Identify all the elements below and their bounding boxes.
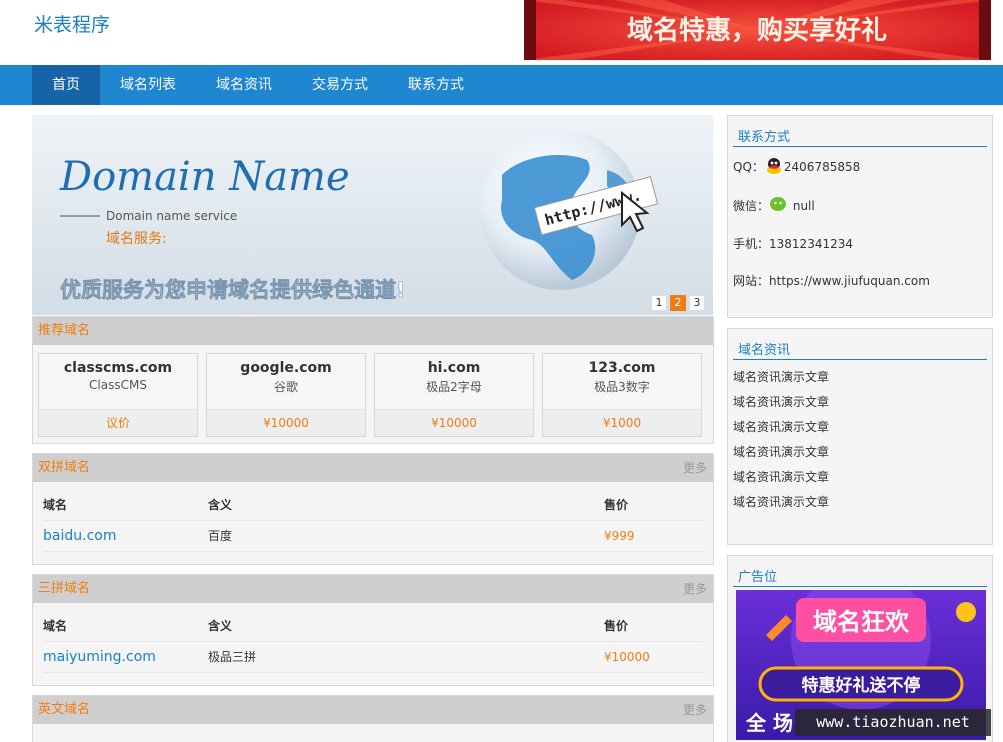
wechat-icon[interactable] [769, 196, 789, 217]
english-title: 英文域名 更多 [33, 696, 713, 724]
col-price: 售价 [604, 498, 629, 512]
triple-title: 三拼域名 更多 [33, 575, 713, 603]
recommend-domain[interactable]: google.com [207, 360, 365, 376]
recommend-price: 议价 [39, 409, 197, 436]
watermark: www.tiaozhuan.net [795, 709, 991, 736]
recommend-card[interactable]: 123.com 极品3数字 ¥1000 [542, 353, 702, 437]
recommend-card[interactable]: classcms.com ClassCMS 议价 [38, 353, 198, 437]
english-panel: 英文域名 更多 [32, 695, 714, 742]
recommend-price: ¥10000 [207, 409, 365, 436]
slider-slogan: 优质服务为您申请域名提供绿色通道! [60, 278, 406, 302]
nav-item-domain-news[interactable]: 域名资讯 [204, 65, 284, 105]
header: 米表程序 域名特惠，购买享好礼 [0, 0, 1003, 65]
recommend-domain[interactable]: classcms.com [39, 360, 197, 376]
domain-price: ¥10000 [604, 650, 650, 664]
hero-slider[interactable]: Domain Name Domain name service 域名服务: 优质… [32, 115, 713, 315]
english-more-link[interactable]: 更多 [683, 696, 707, 724]
domain-link[interactable]: baidu.com [43, 521, 116, 551]
double-panel: 双拼域名 更多 域名 含义 售价 baidu.com 百度 ¥999 [32, 453, 714, 565]
slider-title: Domain Name [59, 154, 350, 200]
recommend-price: ¥1000 [543, 409, 701, 436]
slider-dot-2[interactable]: 2 [670, 295, 686, 311]
website-link[interactable]: https://www.jiufuquan.com [769, 274, 930, 288]
news-list: 域名资讯演示文章 域名资讯演示文章 域名资讯演示文章 域名资讯演示文章 域名资讯… [728, 365, 992, 515]
domain-meaning: 百度 [208, 529, 233, 543]
recommend-domain[interactable]: 123.com [543, 360, 701, 376]
news-item[interactable]: 域名资讯演示文章 [728, 440, 992, 465]
top-banner-graphic: 域名特惠，购买享好礼 [524, 0, 991, 60]
ad-line1: 域名狂欢 [813, 608, 910, 636]
nav-item-contact[interactable]: 联系方式 [396, 65, 476, 105]
top-banner-text: 域名特惠，购买享好礼 [627, 15, 887, 46]
news-item[interactable]: 域名资讯演示文章 [728, 365, 992, 390]
slider-graphic: Domain Name Domain name service 域名服务: 优质… [32, 115, 713, 315]
slider-subtitle: Domain name service [106, 209, 237, 223]
contact-phone: 手机：13812341234 [733, 237, 853, 251]
domain-link[interactable]: maiyuming.com [43, 642, 156, 672]
contact-wechat: 微信： null [728, 196, 992, 217]
news-item[interactable]: 域名资讯演示文章 [728, 465, 992, 490]
top-promo-banner[interactable]: 域名特惠，购买享好礼 [524, 0, 991, 60]
slider-cn-subtitle: 域名服务: [106, 231, 167, 247]
nav-item-home[interactable]: 首页 [32, 65, 100, 105]
recommend-price: ¥10000 [375, 409, 533, 436]
double-more-link[interactable]: 更多 [683, 454, 707, 482]
recommend-panel: 推荐域名 classcms.com ClassCMS 议价 google.com… [32, 316, 714, 444]
triple-more-link[interactable]: 更多 [683, 575, 707, 603]
contact-qq: QQ： 2406785858 [728, 157, 992, 178]
table-row: baidu.com 百度 ¥999 [43, 521, 703, 552]
nav-item-trade[interactable]: 交易方式 [300, 65, 380, 105]
slider-dots: 1 2 3 [651, 295, 705, 311]
recommend-desc: 极品3数字 [594, 380, 650, 394]
col-domain: 域名 [43, 498, 68, 512]
double-title: 双拼域名 更多 [33, 454, 713, 482]
recommend-card[interactable]: google.com 谷歌 ¥10000 [206, 353, 366, 437]
news-item[interactable]: 域名资讯演示文章 [728, 415, 992, 440]
ad-line3: 全 场 [745, 711, 793, 735]
contact-title: 联系方式 [733, 124, 987, 147]
triple-panel: 三拼域名 更多 域名 含义 售价 maiyuming.com 极品三拼 ¥100… [32, 574, 714, 686]
table-header-row: 域名 含义 售价 [43, 611, 703, 642]
recommend-desc: 谷歌 [273, 380, 298, 394]
news-title: 域名资讯 [733, 337, 987, 360]
contact-website: 网站：https://www.jiufuquan.com [733, 274, 930, 288]
news-item[interactable]: 域名资讯演示文章 [728, 390, 992, 415]
qq-icon[interactable] [764, 157, 784, 178]
coin-icon [956, 602, 976, 622]
col-price: 售价 [604, 619, 629, 633]
domain-price: ¥999 [604, 529, 635, 543]
slider-dot-1[interactable]: 1 [651, 295, 667, 311]
contact-panel: 联系方式 QQ： 2406785858 微信： null 手机：138123412… [727, 115, 993, 318]
recommend-desc: ClassCMS [89, 378, 147, 392]
col-meaning: 含义 [208, 498, 233, 512]
site-title[interactable]: 米表程序 [34, 10, 110, 37]
news-panel: 域名资讯 域名资讯演示文章 域名资讯演示文章 域名资讯演示文章 域名资讯演示文章… [727, 328, 993, 545]
main-nav: 首页 域名列表 域名资讯 交易方式 联系方式 [0, 65, 1003, 105]
nav-item-domain-list[interactable]: 域名列表 [108, 65, 188, 105]
recommend-desc: 极品2字母 [426, 380, 482, 394]
news-item[interactable]: 域名资讯演示文章 [728, 490, 992, 515]
recommend-card[interactable]: hi.com 极品2字母 ¥10000 [374, 353, 534, 437]
double-table: 域名 含义 售价 baidu.com 百度 ¥999 [33, 482, 713, 552]
domain-meaning: 极品三拼 [208, 650, 257, 664]
recommend-domain[interactable]: hi.com [375, 360, 533, 376]
ad-line2: 特惠好礼送不停 [802, 675, 921, 696]
ad-title: 广告位 [733, 564, 987, 587]
col-domain: 域名 [43, 619, 68, 633]
slider-dot-3[interactable]: 3 [689, 295, 705, 311]
triple-table: 域名 含义 售价 maiyuming.com 极品三拼 ¥10000 [33, 603, 713, 673]
recommend-title: 推荐域名 [33, 317, 713, 345]
table-header-row: 域名 含义 售价 [43, 490, 703, 521]
table-row: maiyuming.com 极品三拼 ¥10000 [43, 642, 703, 673]
recommend-grid: classcms.com ClassCMS 议价 google.com 谷歌 ¥… [33, 345, 713, 445]
col-meaning: 含义 [208, 619, 233, 633]
